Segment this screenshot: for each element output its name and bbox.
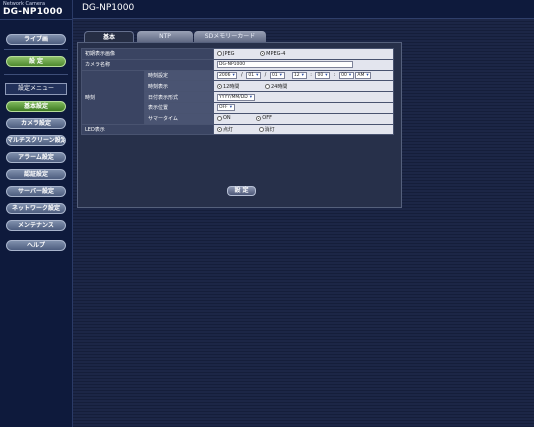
- live-view-button[interactable]: ライブ画: [6, 34, 66, 45]
- table-row: カメラ名称 DG-NP1000: [81, 58, 394, 71]
- top-bar: DG-NP1000: [73, 0, 534, 19]
- radio-12h[interactable]: [217, 83, 222, 89]
- sidebar-item-camera[interactable]: カメラ設定: [6, 118, 66, 129]
- summer-time-options: ON OFF: [213, 112, 394, 125]
- led-label: LED表示: [81, 123, 214, 136]
- year-select[interactable]: 2006 ▾: [217, 71, 238, 79]
- radio-summer-on[interactable]: [217, 115, 222, 121]
- minute-value: 00: [317, 72, 324, 78]
- chevron-down-icon: ▾: [229, 105, 232, 111]
- main-content: 基本 NTP SDメモリーカード 初期表示画像 JPEG MPEG-4 カメラ名…: [73, 19, 534, 427]
- chevron-down-icon: ▾: [232, 72, 235, 78]
- chevron-down-icon: ▾: [325, 72, 328, 78]
- radio-mpeg4[interactable]: [260, 51, 266, 57]
- camera-name-label: カメラ名称: [81, 58, 214, 71]
- radio-summer-on-label: ON: [223, 115, 231, 122]
- sidebar-item-help[interactable]: ヘルプ: [6, 240, 66, 251]
- camera-name-cell: DG-NP1000: [213, 58, 394, 71]
- summer-time-label: サマータイム: [144, 112, 214, 125]
- chevron-down-icon: ▾: [301, 72, 304, 78]
- sidebar-item-server[interactable]: サーバー設定: [6, 186, 66, 197]
- radio-jpeg[interactable]: [217, 51, 222, 57]
- initial-image-label: 初期表示画像: [81, 48, 214, 60]
- month-value: 01: [248, 72, 255, 78]
- initial-image-options: JPEG MPEG-4: [213, 48, 394, 60]
- time-separator: :: [310, 72, 312, 79]
- chevron-down-icon: ▾: [366, 72, 369, 78]
- minute-select[interactable]: 00 ▾: [315, 71, 331, 79]
- ampm-value: AM: [357, 72, 365, 78]
- camera-name-input[interactable]: DG-NP1000: [217, 61, 353, 69]
- chevron-down-icon: ▾: [279, 72, 282, 78]
- sidebar: Network Camera DG-NP1000 ライブ画 設 定 設定メニュー…: [0, 0, 73, 427]
- sidebar-item-multiscreen[interactable]: マルチスクリーン設定: [6, 135, 66, 146]
- display-position-select[interactable]: OFF ▾: [217, 104, 235, 112]
- sidebar-item-network[interactable]: ネットワーク設定: [6, 203, 66, 214]
- time-display-label: 時刻表示: [144, 80, 214, 93]
- page-title: DG-NP1000: [82, 3, 135, 13]
- radio-led-off-label: 消灯: [264, 126, 275, 133]
- setup-button[interactable]: 設 定: [6, 56, 66, 67]
- radio-jpeg-label: JPEG: [223, 50, 235, 57]
- month-select[interactable]: 01 ▾: [246, 71, 262, 79]
- display-position-value: OFF: [219, 105, 228, 111]
- date-format-value: YYYY/MM/DD: [219, 94, 248, 100]
- day-select[interactable]: 01 ▾: [269, 71, 285, 79]
- date-separator: /: [241, 72, 243, 79]
- time-separator: :: [333, 72, 336, 79]
- chevron-down-icon: ▾: [256, 72, 259, 78]
- set-button[interactable]: 設 定: [227, 186, 256, 196]
- date-format-select[interactable]: YYYY/MM/DD ▾: [217, 93, 255, 101]
- sidebar-divider: [4, 74, 68, 75]
- time-setting-cell: 2006 ▾ / 01 ▾ / 01 ▾ 12 ▾ : 00 ▾ : 00 ▾ AM ▾: [213, 69, 394, 82]
- time-display-options: 12時間 24時間: [213, 80, 394, 93]
- radio-summer-off-label: OFF: [262, 115, 272, 122]
- display-position-label: 表示位置: [144, 101, 214, 114]
- year-value: 2006: [219, 72, 231, 78]
- table-row: 時刻 時刻設定 2006 ▾ / 01 ▾ / 01 ▾ 12 ▾ : 00 ▾ : 00…: [81, 69, 394, 125]
- brand-logo: Network Camera DG-NP1000: [0, 0, 72, 20]
- settings-table: 初期表示画像 JPEG MPEG-4 カメラ名称 DG-NP1000 時刻 時刻…: [81, 48, 394, 136]
- radio-led-on[interactable]: [217, 126, 222, 132]
- second-value: 00: [341, 72, 347, 78]
- chevron-down-icon: ▾: [348, 72, 352, 78]
- radio-12h-label: 12時間: [223, 83, 240, 90]
- ampm-select[interactable]: AM ▾: [355, 71, 372, 79]
- date-format-cell: YYYY/MM/DD ▾: [213, 91, 394, 103]
- radio-24h-label: 24時間: [270, 83, 288, 90]
- sidebar-item-alarm[interactable]: アラーム設定: [6, 152, 66, 163]
- table-row: LED表示 点灯 消灯: [81, 123, 394, 136]
- table-row: 初期表示画像 JPEG MPEG-4: [81, 48, 394, 60]
- radio-24h[interactable]: [264, 83, 270, 89]
- hour-value: 12: [293, 72, 300, 78]
- radio-mpeg4-label: MPEG-4: [266, 50, 286, 57]
- time-setting-label: 時刻設定: [144, 69, 214, 82]
- radio-led-off[interactable]: [258, 126, 264, 132]
- date-separator: /: [264, 72, 267, 79]
- settings-panel: 初期表示画像 JPEG MPEG-4 カメラ名称 DG-NP1000 時刻 時刻…: [77, 42, 402, 208]
- sidebar-item-auth[interactable]: 認証設定: [6, 169, 66, 180]
- led-options: 点灯 消灯: [213, 123, 394, 136]
- sidebar-item-maintenance[interactable]: メンテナンス: [6, 220, 66, 231]
- clock-group-label: 時刻: [81, 69, 145, 125]
- radio-summer-off[interactable]: [256, 115, 262, 121]
- hour-select[interactable]: 12 ▾: [291, 71, 307, 79]
- setup-menu-heading: 設定メニュー: [5, 83, 67, 95]
- radio-led-on-label: 点灯: [223, 126, 234, 133]
- date-format-label: 日付表示形式: [144, 91, 214, 103]
- day-value: 01: [271, 72, 278, 78]
- sidebar-item-basic[interactable]: 基本設定: [6, 101, 66, 112]
- second-select[interactable]: 00 ▾: [339, 71, 354, 79]
- chevron-down-icon: ▾: [249, 94, 252, 100]
- display-position-cell: OFF ▾: [213, 101, 394, 114]
- sidebar-divider: [4, 49, 68, 50]
- brand-model: DG-NP1000: [3, 7, 63, 17]
